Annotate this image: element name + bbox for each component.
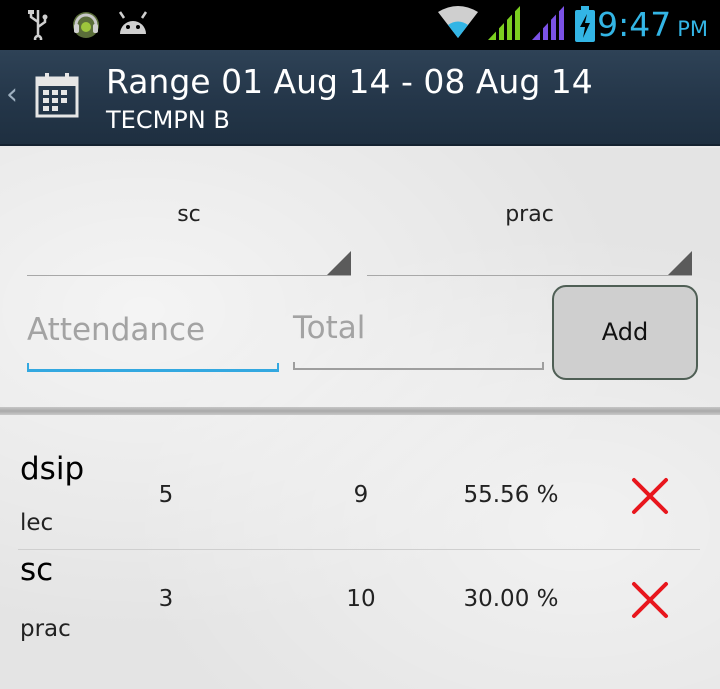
page-subtitle: TECMPN B xyxy=(106,106,230,134)
status-clock: 9:47 PM xyxy=(597,5,708,44)
subject-name: sc xyxy=(20,552,54,588)
attendance-percentage: 55.56 % xyxy=(463,482,559,508)
delete-x-icon[interactable] xyxy=(630,580,670,620)
usb-icon xyxy=(26,8,50,44)
input-underline xyxy=(293,362,544,370)
attendance-input[interactable]: Attendance xyxy=(27,298,279,372)
attended-count: 3 xyxy=(158,586,174,612)
android-icon xyxy=(116,8,150,42)
action-bar: ‹ Range 01 Aug 14 - 08 Aug 14 TECMPN B xyxy=(0,50,720,146)
attendance-placeholder: Attendance xyxy=(27,312,206,348)
section-divider xyxy=(0,407,720,415)
delete-x-icon[interactable] xyxy=(630,476,670,516)
total-count: 10 xyxy=(346,586,376,612)
chevron-left-icon[interactable]: ‹ xyxy=(6,77,18,112)
subject-spinner[interactable]: sc xyxy=(27,188,351,276)
signal-icon xyxy=(530,4,566,46)
input-underline xyxy=(27,363,279,372)
list-item[interactable]: sc prac 3 10 30.00 % xyxy=(0,550,720,652)
spinner-dropdown-icon xyxy=(327,251,351,275)
total-count: 9 xyxy=(353,482,369,508)
total-input[interactable]: Total xyxy=(293,296,544,370)
spinner-dropdown-icon xyxy=(668,251,692,275)
lecture-type: prac xyxy=(20,616,71,642)
lecture-type: lec xyxy=(20,510,54,536)
battery-charging-icon xyxy=(574,6,596,46)
subject-spinner-value: sc xyxy=(177,202,201,227)
wifi-icon xyxy=(436,6,480,44)
headset-app-icon xyxy=(70,8,102,44)
list-item[interactable]: dsip lec 5 9 55.56 % xyxy=(0,446,720,548)
total-placeholder: Total xyxy=(293,310,366,346)
type-spinner-value: prac xyxy=(505,202,554,227)
attended-count: 5 xyxy=(158,482,174,508)
page-title: Range 01 Aug 14 - 08 Aug 14 xyxy=(106,62,593,101)
type-spinner[interactable]: prac xyxy=(367,188,692,276)
main-content: sc prac Attendance Total Add dsip lec 5 … xyxy=(0,148,720,689)
calendar-icon[interactable] xyxy=(34,72,80,122)
signal-icon xyxy=(486,4,522,46)
status-bar: 9:47 PM xyxy=(0,0,720,50)
add-button[interactable]: Add xyxy=(552,285,698,380)
attendance-percentage: 30.00 % xyxy=(463,586,559,612)
subject-name: dsip xyxy=(20,451,85,487)
